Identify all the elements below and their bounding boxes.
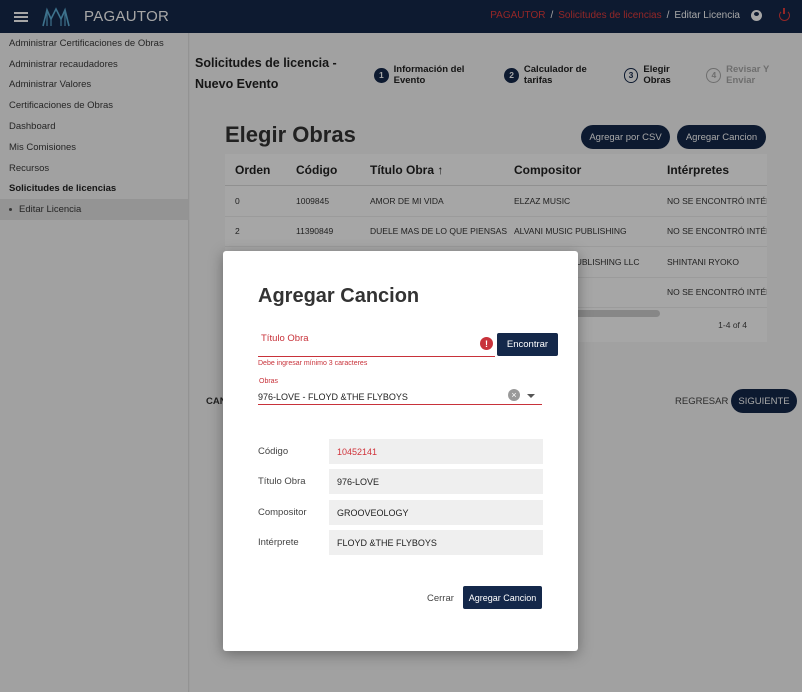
submit-song-button[interactable]: Agregar Cancion	[463, 586, 542, 609]
works-select-value: 976-LOVE - FLOYD &THE FLYBOYS	[258, 392, 408, 402]
detail-label: Intérprete	[258, 537, 299, 548]
title-search-input[interactable]: Título Obra !	[258, 331, 495, 357]
chevron-down-icon[interactable]	[527, 394, 535, 398]
detail-label: Título Obra	[258, 476, 306, 487]
detail-value: 10452141	[329, 439, 543, 464]
detail-row-titulo: Título Obra 976-LOVE	[258, 469, 543, 494]
detail-row-compositor: Compositor GROOVEOLOGY	[258, 500, 543, 525]
title-search-label: Título Obra	[261, 333, 309, 344]
works-select-label: Obras	[259, 378, 279, 385]
detail-value: GROOVEOLOGY	[329, 500, 543, 525]
detail-row-codigo: Código 10452141	[258, 439, 543, 464]
detail-label: Código	[258, 446, 289, 457]
clear-icon[interactable]: ×	[508, 389, 520, 401]
detail-value: 976-LOVE	[329, 469, 543, 494]
validation-error: Debe ingresar mínimo 3 caracteres	[258, 360, 368, 367]
detail-value: FLOYD &THE FLYBOYS	[329, 530, 543, 555]
detail-label: Compositor	[258, 507, 307, 518]
find-button[interactable]: Encontrar	[497, 333, 558, 356]
detail-row-interprete: Intérprete FLOYD &THE FLYBOYS	[258, 530, 543, 555]
add-song-dialog: Agregar Cancion Título Obra ! Debe ingre…	[223, 251, 578, 651]
close-button[interactable]: Cerrar	[427, 593, 454, 604]
error-icon: !	[480, 337, 493, 350]
dialog-title: Agregar Cancion	[258, 285, 420, 307]
works-select[interactable]: Obras 976-LOVE - FLOYD &THE FLYBOYS ×	[258, 378, 542, 405]
